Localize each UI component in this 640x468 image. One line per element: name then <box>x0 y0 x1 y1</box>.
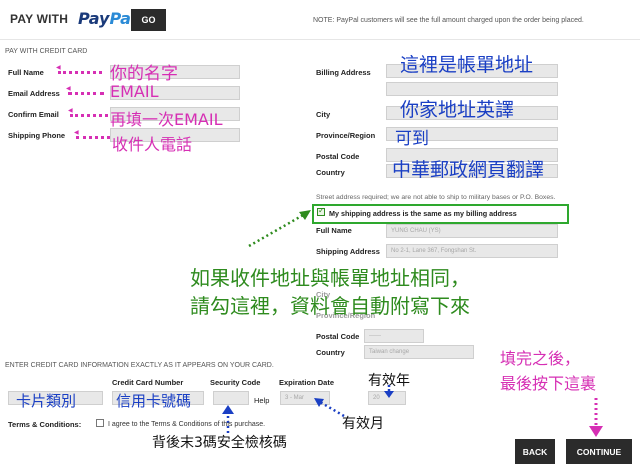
email-label: Email Address <box>8 89 60 98</box>
annotation-security-3: 背後末3碼安全檢核碼 <box>152 435 287 451</box>
arrow-year <box>384 385 394 398</box>
shipping-postal-label: Postal Code <box>316 332 360 341</box>
arrow-to-continue <box>589 398 603 437</box>
shipping-country-select[interactable]: Taiwan change <box>364 345 474 359</box>
card-number-label: Credit Card Number <box>112 378 184 387</box>
arrow-security <box>222 405 234 433</box>
arrow-phone <box>76 136 110 139</box>
card-instruction: ENTER CREDIT CARD INFORMATION EXACTLY AS… <box>5 362 274 369</box>
street-note: Street address required; we are not able… <box>316 194 556 201</box>
help-link[interactable]: Help <box>254 396 269 405</box>
phone-label: Shipping Phone <box>8 131 66 140</box>
billing-province-label: Province/Region <box>316 131 376 140</box>
arrow-head-phone: ◀ <box>74 129 79 136</box>
billing-postal-label: Postal Code <box>316 152 360 161</box>
annotation-address-english: 你家地址英譯 <box>400 99 515 121</box>
annotation-recipient-phone: 收件人電話 <box>112 135 193 154</box>
billing-address-line2-input[interactable] <box>386 82 558 96</box>
confirm-email-label: Confirm Email <box>8 110 59 119</box>
credit-card-section-title: PAY WITH CREDIT CARD <box>5 48 88 55</box>
annotation-if-same-line1: 如果收件地址與帳單地址相同， <box>190 266 470 290</box>
security-code-label: Security Code <box>210 378 261 387</box>
annotation-your-name: 你的名字 <box>110 64 178 84</box>
annotation-post-translate: 中華郵政網頁翻譯 <box>392 159 545 181</box>
back-button[interactable]: BACK <box>515 439 555 464</box>
annotation-billing-here: 這裡是帳單地址 <box>400 54 534 76</box>
arrow-to-checkbox <box>248 210 311 248</box>
terms-label: Terms & Conditions: <box>8 420 82 429</box>
paypal-logo[interactable]: PayPal <box>78 9 136 28</box>
shipping-postal-input[interactable]: ------ <box>364 329 424 343</box>
annotation-if-same-line2: 請勾這裡，資料會自動附寫下來 <box>190 294 470 318</box>
terms-text[interactable]: I agree to the Terms & Conditions of thi… <box>108 421 265 428</box>
arrow-email <box>68 92 104 95</box>
annotation-card-number: 信用卡號碼 <box>116 392 192 410</box>
arrow-head-confirm: ◀ <box>68 107 73 114</box>
annotation-card-type: 卡片類別 <box>16 392 77 410</box>
continue-button[interactable]: CONTINUE <box>566 439 632 464</box>
arrow-name <box>58 71 102 74</box>
annotation-can-go-to: 可到 <box>395 129 429 149</box>
pay-with-label: PAY WITH <box>10 12 69 26</box>
annotation-email: EMAIL <box>110 82 159 101</box>
arrow-confirm-email <box>70 114 108 117</box>
shipping-address-input[interactable]: No 2-1, Lane 367, Fongshan St. <box>386 244 558 258</box>
billing-country-label: Country <box>316 168 345 177</box>
billing-city-label: City <box>316 110 331 119</box>
security-code-input[interactable] <box>213 391 249 405</box>
paypal-note: NOTE: PayPal customers will see the full… <box>313 17 584 24</box>
annotation-after-fill-line2: 最後按下這裏 <box>500 374 597 393</box>
arrow-month <box>314 398 345 418</box>
annotation-valid-month: 有效月 <box>342 416 384 432</box>
annotation-email-again: 再填一次EMAIL <box>110 110 223 129</box>
full-name-label: Full Name <box>8 68 44 77</box>
shipping-name-input[interactable]: YUNG CHAU (YS) <box>386 224 558 238</box>
annotation-after-fill-line1: 填完之後， <box>500 349 581 368</box>
arrow-head-name: ◀ <box>56 64 61 71</box>
arrow-head-email: ◀ <box>66 85 71 92</box>
shipping-country-label: Country <box>316 348 345 357</box>
logo-pay-text: Pay <box>78 9 110 28</box>
shipping-address-label: Shipping Address <box>316 247 380 256</box>
shipping-name-label: Full Name <box>316 226 352 235</box>
go-button[interactable]: GO <box>131 9 166 31</box>
same-address-checkbox[interactable] <box>317 206 325 216</box>
expiration-date-label: Expiration Date <box>279 378 335 387</box>
billing-address-label: Billing Address <box>316 68 371 77</box>
terms-checkbox[interactable] <box>96 419 104 427</box>
same-address-label: My shipping address is the same as my bi… <box>329 209 517 218</box>
